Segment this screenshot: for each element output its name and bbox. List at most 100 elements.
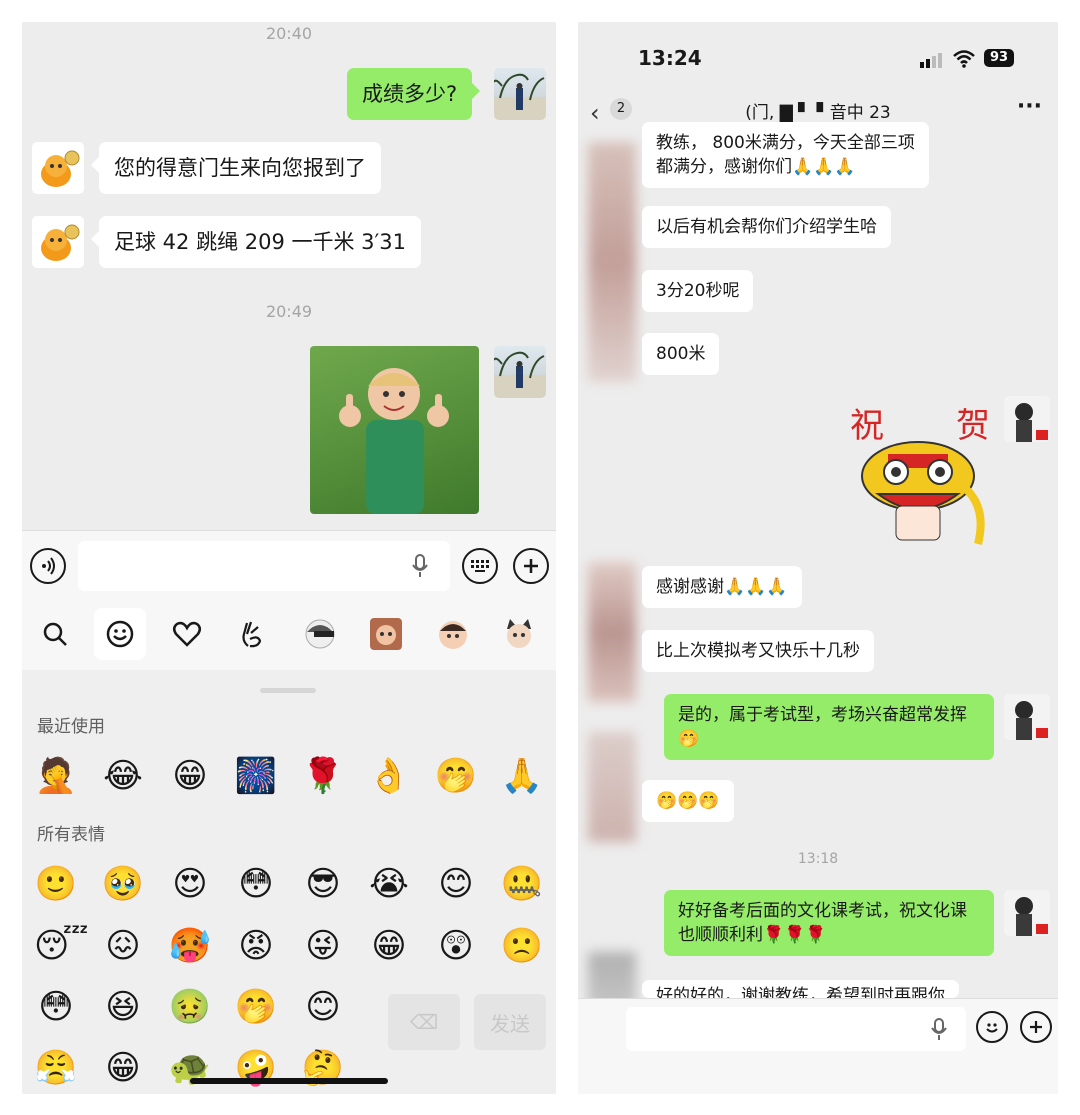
emoji-item[interactable]: 😎 xyxy=(301,862,345,906)
emoji-item[interactable]: 🙏 xyxy=(500,754,544,798)
message-bubble-out[interactable]: 成绩多少? xyxy=(347,68,481,120)
emoji-item[interactable]: 🥵 xyxy=(168,924,212,968)
smiley-icon[interactable] xyxy=(976,1011,1008,1043)
emoji-item[interactable]: 🙂 xyxy=(34,862,78,906)
emoji-item[interactable]: 😆 xyxy=(101,985,145,1029)
blurred-avatar xyxy=(588,562,636,702)
plus-icon[interactable] xyxy=(1020,1011,1052,1043)
timestamp: 20:40 xyxy=(265,24,313,43)
blurred-avatar xyxy=(588,142,636,382)
emoji-item[interactable]: 😊 xyxy=(434,862,478,906)
recent-emoji-label: 最近使用 xyxy=(37,717,105,737)
drag-handle[interactable] xyxy=(260,688,316,693)
lion-dance-sticker[interactable]: 祝 贺 xyxy=(848,394,998,549)
microphone-icon[interactable] xyxy=(410,553,430,579)
status-and-nav: 13:24 93 ‹ 2 (门, ▇ ▘ ▘音中 23 ··· xyxy=(578,22,1058,132)
emoji-item[interactable]: 🤦 xyxy=(34,754,78,798)
emoji-item[interactable]: 😳 xyxy=(234,862,278,906)
sticker-char-1: 祝 xyxy=(850,406,884,446)
girl-avatar-icon xyxy=(1015,403,1048,442)
more-options-icon[interactable]: ··· xyxy=(1017,94,1042,119)
emoji-item[interactable]: 🤭 xyxy=(234,985,278,1029)
emoji-item[interactable]: 😳 xyxy=(34,985,78,1029)
blurred-avatar xyxy=(588,732,636,842)
self-avatar[interactable] xyxy=(494,68,546,120)
message-input[interactable] xyxy=(78,541,450,591)
emoji-item[interactable]: 😊 xyxy=(301,985,345,1029)
battery-indicator: 93 xyxy=(984,49,1014,67)
emoji-item[interactable]: 😴 xyxy=(34,924,89,968)
timestamp: 13:18 xyxy=(797,851,839,867)
message-bubble-in-partial[interactable]: 好的好的，谢谢教练，希望到时再跟你 xyxy=(642,980,959,998)
emoji-item[interactable]: 😭 xyxy=(367,862,411,906)
keyboard-icon[interactable] xyxy=(462,548,498,584)
kid-thumbs-up-image xyxy=(339,368,449,514)
emoji-item[interactable]: 🤐 xyxy=(500,862,544,906)
emoji-item[interactable]: 😤 xyxy=(34,1046,78,1090)
timestamp: 20:49 xyxy=(265,302,313,321)
message-bubble-in[interactable]: 🤭🤭🤭 xyxy=(642,780,734,822)
self-avatar[interactable] xyxy=(494,346,546,398)
contact-avatar[interactable] xyxy=(32,142,84,194)
emoji-panel: 最近使用 🤦 😂 😁 🎆 🌹 👌 🤭 🙏 所有表情 🙂 🥹 😍 😳 😎 😭 😊 🤐 😴 😖 🥵 😡 😜 😁 😲 🙁 😳 😆 🤢 🤭 😊… xyxy=(22,670,556,1094)
emoji-item[interactable]: 🌹 xyxy=(301,754,345,798)
emoji-item[interactable]: 👌 xyxy=(367,754,411,798)
sticker-char-2: 贺 xyxy=(956,406,990,446)
message-bubble-in[interactable]: 比上次模拟考又快乐十几秒 xyxy=(642,630,874,672)
emoji-item[interactable]: 😖 xyxy=(101,924,145,968)
self-avatar[interactable] xyxy=(1004,694,1050,740)
emoji-item[interactable]: 🤭 xyxy=(434,754,478,798)
message-bubble-in[interactable]: 3分20秒呢 xyxy=(642,270,754,312)
heart-icon[interactable] xyxy=(161,608,213,660)
emoji-item[interactable]: 🎆 xyxy=(234,754,278,798)
emoji-item[interactable]: 😍 xyxy=(168,862,212,906)
left-chat-screen: 20:40 成绩多少? 您的得意门生来向您报到了 足球 42 跳绳 209 一千… xyxy=(22,22,556,1094)
contact-avatar[interactable] xyxy=(32,216,84,268)
self-avatar[interactable] xyxy=(1004,396,1050,442)
input-bar xyxy=(578,998,1058,1094)
search-icon[interactable] xyxy=(29,608,81,660)
emoji-category-tabs xyxy=(22,600,556,670)
message-bubble-out[interactable]: 好好备考后面的文化课考试，祝文化课 也顺顺利利🌹🌹🌹 xyxy=(664,890,994,956)
message-bubble-in[interactable]: 以后有机会帮你们介绍学生哈 xyxy=(642,206,891,248)
status-time: 13:24 xyxy=(638,46,702,70)
emoji-item[interactable]: 😁 xyxy=(168,754,212,798)
message-bubble-in[interactable]: 您的得意门生来向您报到了 xyxy=(91,142,381,194)
emoji-item[interactable]: 🙁 xyxy=(500,924,544,968)
mascot-icon xyxy=(41,150,80,187)
emoji-item[interactable]: 🥹 xyxy=(101,862,145,906)
microphone-icon[interactable] xyxy=(930,1017,948,1045)
emoji-item[interactable]: 😲 xyxy=(434,924,478,968)
sticker-tab-helmet[interactable] xyxy=(294,608,346,660)
emoji-item[interactable]: 😡 xyxy=(234,924,278,968)
wifi-icon xyxy=(953,50,975,72)
all-emoji-label: 所有表情 xyxy=(37,825,105,845)
sticker-tab-kid-1[interactable] xyxy=(360,608,412,660)
smiley-icon[interactable] xyxy=(94,608,146,660)
plus-icon[interactable] xyxy=(513,548,549,584)
message-bubble-in[interactable]: 800米 xyxy=(642,333,720,375)
sticker-tab-kid-2[interactable] xyxy=(427,608,479,660)
photo-message[interactable] xyxy=(310,346,479,514)
voice-toggle-icon[interactable] xyxy=(30,548,66,584)
emoji-item[interactable]: 😜 xyxy=(301,924,345,968)
emoji-item[interactable]: 😂 xyxy=(101,754,145,798)
palm-avatar-icon xyxy=(494,351,545,388)
self-avatar[interactable] xyxy=(1004,890,1050,936)
message-bubble-in[interactable]: 教练， 800米满分，今天全部三项 都满分，感谢你们🙏🙏🙏 xyxy=(642,122,929,188)
send-button[interactable]: 发送 xyxy=(474,994,546,1050)
input-bar xyxy=(22,530,556,600)
message-bubble-in[interactable]: 足球 42 跳绳 209 一千米 3′31 xyxy=(90,216,422,268)
emoji-item[interactable]: 😁 xyxy=(367,924,411,968)
home-indicator xyxy=(190,1078,388,1084)
mascot-icon xyxy=(41,224,80,261)
right-chat-screen: 13:24 93 ‹ 2 (门, ▇ ▘ ▘音中 23 ··· 教练， 800米… xyxy=(578,22,1058,1094)
message-bubble-in[interactable]: 感谢感谢🙏🙏🙏 xyxy=(642,566,802,608)
gesture-icon[interactable] xyxy=(227,608,279,660)
sticker-tab-cat[interactable] xyxy=(493,608,545,660)
emoji-item[interactable]: 😁 xyxy=(101,1046,145,1090)
message-input[interactable] xyxy=(626,1007,966,1051)
delete-button[interactable]: ⌫ xyxy=(388,994,460,1050)
emoji-item[interactable]: 🤢 xyxy=(168,985,212,1029)
message-bubble-out[interactable]: 是的，属于考试型，考场兴奋超常发挥 🤭 xyxy=(664,694,994,760)
